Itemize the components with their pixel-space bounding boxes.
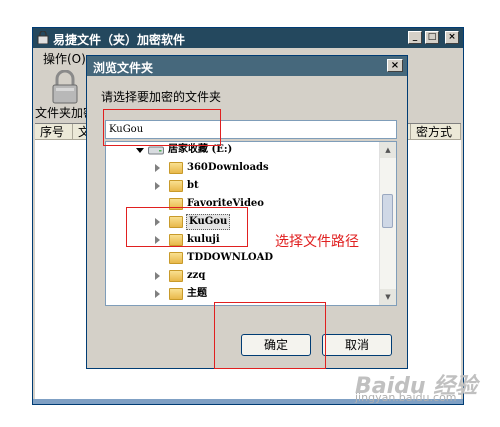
close-button[interactable]: ×: [445, 31, 459, 44]
scrollbar-thumb[interactable]: [382, 194, 393, 228]
annotation-box-folder: [126, 207, 248, 247]
tree-node-label: 360Downloads: [187, 162, 269, 173]
tree-scrollbar[interactable]: ▲ ▼: [379, 142, 396, 305]
column-header-encrypt-method[interactable]: 密方式: [411, 124, 461, 140]
expand-arrow-icon[interactable]: [155, 164, 160, 172]
tree-node-label: zzq: [187, 270, 206, 281]
column-header-index[interactable]: 序号: [35, 124, 73, 140]
drive-icon: [148, 146, 164, 155]
expand-arrow-icon[interactable]: [155, 290, 160, 298]
tree-node-zzq[interactable]: zzq: [106, 268, 381, 284]
folder-icon: [169, 270, 183, 282]
tree-node-tddownload[interactable]: TDDOWNLOAD: [106, 250, 381, 266]
dialog-close-button[interactable]: ×: [387, 59, 403, 72]
annotation-box-path: [103, 109, 221, 146]
dialog-title-bar: 浏览文件夹 ×: [87, 56, 407, 76]
tree-node-bt[interactable]: bt: [106, 178, 381, 194]
tree-node-theme[interactable]: 主题: [106, 286, 381, 302]
annotation-note: 选择文件路径: [275, 234, 359, 250]
folder-icon: [169, 180, 183, 192]
tree-node-label: 主题: [187, 288, 207, 299]
scroll-up-icon[interactable]: ▲: [380, 142, 396, 158]
folder-icon: [169, 252, 183, 264]
watermark-url: jingyan.baidu.com: [355, 391, 457, 404]
dialog-prompt: 请选择要加密的文件夹: [101, 90, 222, 104]
collapse-arrow-icon[interactable]: [136, 148, 144, 153]
tree-node-360downloads[interactable]: 360Downloads: [106, 160, 381, 176]
padlock-icon[interactable]: [51, 70, 79, 104]
expand-arrow-icon[interactable]: [155, 272, 160, 280]
tree-node-label: TDDOWNLOAD: [187, 252, 274, 263]
dialog-title: 浏览文件夹: [93, 61, 154, 75]
minimize-button[interactable]: _: [408, 31, 422, 44]
folder-icon: [169, 288, 183, 300]
annotation-box-ok: [214, 302, 326, 369]
menu-operations[interactable]: 操作(O): [43, 50, 86, 67]
lock-icon: [37, 31, 49, 44]
maximize-button[interactable]: □: [425, 31, 439, 44]
tree-node-label: bt: [187, 180, 199, 191]
folder-icon: [169, 162, 183, 174]
cancel-button[interactable]: 取消: [322, 334, 392, 356]
main-title-bar: 易捷文件（夹）加密软件 _ □ ×: [33, 28, 463, 48]
scroll-down-icon[interactable]: ▼: [380, 289, 396, 305]
main-window-title: 易捷文件（夹）加密软件: [53, 33, 186, 47]
expand-arrow-icon[interactable]: [155, 182, 160, 190]
